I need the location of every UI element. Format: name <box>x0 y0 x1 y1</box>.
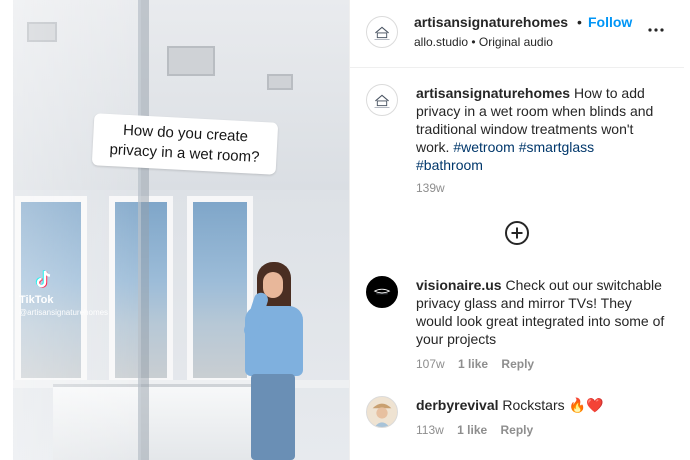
caption-author-avatar[interactable] <box>366 84 398 116</box>
glass-partition <box>13 0 141 460</box>
author-username[interactable]: artisansignaturehomes <box>414 14 568 30</box>
visionaire-logo-icon <box>367 277 397 307</box>
fire-heart-emoji: 🔥❤️ <box>568 397 604 413</box>
hashtag-link[interactable]: #wetroom <box>453 139 514 155</box>
author-avatar[interactable] <box>366 16 398 48</box>
comment-meta: 107w 1 like Reply <box>416 357 544 371</box>
artisan-logo-icon <box>367 17 397 47</box>
comment-username[interactable]: visionaire.us <box>416 277 502 293</box>
tiktok-logo-icon <box>35 270 51 288</box>
hashtag-link[interactable]: #bathroom <box>416 157 483 173</box>
ceiling-vent <box>167 46 215 76</box>
tiktok-watermark: TikTok @artisansignaturehomes <box>19 268 108 317</box>
comment-item: derbyrevival Rockstars 🔥❤️ <box>416 396 672 414</box>
comment-username[interactable]: derbyrevival <box>416 397 499 413</box>
caption-username[interactable]: artisansignaturehomes <box>416 85 570 101</box>
video-caption-overlay: How do you create privacy in a wet room? <box>91 113 279 175</box>
comment-likes[interactable]: 1 like <box>457 423 487 437</box>
post-details-panel: artisansignaturehomes • Follow allo.stud… <box>350 0 690 460</box>
comment-meta: 113w 1 like Reply <box>416 423 543 437</box>
more-options-icon[interactable] <box>644 18 668 42</box>
ceiling-vent <box>267 74 293 90</box>
comment-time[interactable]: 113w <box>416 423 444 437</box>
commenter-avatar[interactable] <box>366 276 398 308</box>
comment-likes[interactable]: 1 like <box>458 357 488 371</box>
artisan-logo-icon <box>367 85 397 115</box>
hashtag-link[interactable]: #smartglass <box>519 139 594 155</box>
person <box>235 262 325 460</box>
bathroom-photo <box>13 0 349 460</box>
comment-time[interactable]: 107w <box>416 357 445 371</box>
reply-button[interactable]: Reply <box>501 423 534 437</box>
post-timestamp[interactable]: 139w <box>416 181 445 195</box>
comment-text: Rockstars <box>502 397 565 413</box>
separator-dot: • <box>577 14 582 30</box>
reply-button[interactable]: Reply <box>501 357 534 371</box>
audio-source[interactable]: allo.studio • Original audio <box>414 35 553 49</box>
post-media[interactable]: How do you create privacy in a wet room?… <box>13 0 349 460</box>
comment-item: visionaire.us Check out our switchable p… <box>416 276 672 348</box>
load-more-comments-icon[interactable] <box>504 220 530 246</box>
tiktok-handle: @artisansignaturehomes <box>19 308 109 317</box>
post-header: artisansignaturehomes • Follow allo.stud… <box>350 0 684 68</box>
commenter-avatar[interactable] <box>366 396 398 428</box>
follow-button[interactable]: Follow <box>588 14 632 30</box>
post-caption: artisansignaturehomes How to add privacy… <box>416 84 654 174</box>
person-photo-icon <box>367 397 397 427</box>
tiktok-label: TikTok <box>19 294 54 306</box>
